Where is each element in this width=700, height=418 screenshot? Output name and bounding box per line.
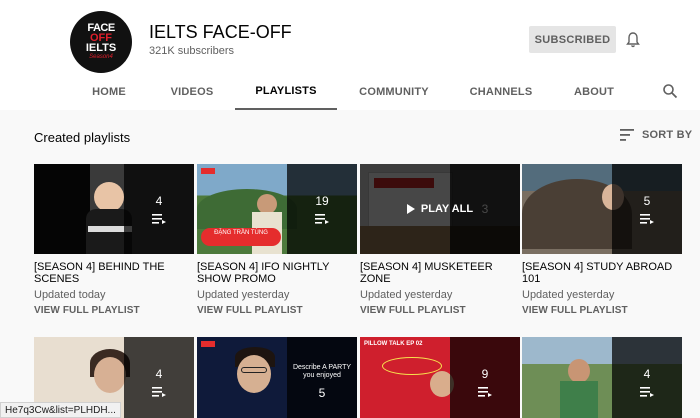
playlist-thumbnail[interactable]: ĐẶNG TRẦN TÙNG 19 — [197, 164, 357, 254]
playlist-card[interactable]: 5 [SEASON 4] STUDY ABROAD 101 Updated ye… — [522, 164, 682, 316]
playlist-thumbnail[interactable]: 5 — [522, 164, 682, 254]
tab-playlists[interactable]: PLAYLISTS — [235, 74, 337, 110]
channel-name: IELTS FACE-OFF — [149, 22, 292, 42]
playlist-count-overlay: 5 — [612, 164, 682, 254]
video-count: 4 — [643, 367, 651, 381]
play-icon — [406, 204, 415, 214]
playlist-updated: Updated yesterday — [522, 289, 615, 301]
sort-label: SORT BY — [642, 129, 693, 141]
playlist-thumbnail[interactable]: 3 PLAY ALL — [360, 164, 520, 254]
playlist-thumbnail[interactable]: 4 — [522, 337, 682, 418]
tab-videos[interactable]: VIDEOS — [162, 74, 222, 110]
tab-community[interactable]: COMMUNITY — [355, 74, 433, 110]
play-all-button[interactable]: PLAY ALL — [360, 164, 520, 254]
view-full-playlist-link[interactable]: VIEW FULL PLAYLIST — [360, 305, 520, 316]
playlist-count-overlay: 4 — [612, 337, 682, 418]
playlist-icon — [152, 387, 166, 397]
section-title: Created playlists — [34, 130, 131, 145]
playlist-title[interactable]: [SEASON 4] STUDY ABROAD 101 — [522, 261, 682, 285]
channel-avatar[interactable]: FACE OFF IELTS Season4 — [70, 11, 132, 73]
playlist-card[interactable]: Describe A PARTY you enjoyed 5 — [197, 337, 357, 418]
playlist-card[interactable]: 4 — [522, 337, 682, 418]
playlist-icon — [640, 387, 654, 397]
tab-channels[interactable]: CHANNELS — [466, 74, 536, 110]
playlist-icon — [478, 387, 492, 397]
view-full-playlist-link[interactable]: VIEW FULL PLAYLIST — [34, 305, 194, 316]
avatar-logo-ielts: IELTS — [85, 42, 117, 54]
subscribed-button[interactable]: SUBSCRIBED — [529, 26, 616, 53]
search-icon[interactable] — [662, 83, 678, 99]
video-count: 4 — [155, 194, 163, 208]
playlist-card[interactable]: 4 [SEASON 4] BEHIND THE SCENES Updated t… — [34, 164, 194, 316]
video-count: 5 — [643, 194, 651, 208]
playlist-icon — [152, 214, 166, 224]
playlist-title[interactable]: [SEASON 4] MUSKETEER ZONE — [360, 261, 520, 285]
video-count: 19 — [315, 194, 329, 208]
playlist-count-overlay: 9 — [450, 337, 520, 418]
sort-button[interactable]: SORT BY — [620, 129, 692, 141]
playlist-card[interactable]: PILLOW TALK EP 02 9 — [360, 337, 520, 418]
playlist-updated: Updated today — [34, 289, 106, 301]
thumbnail-overlay-text: Describe A PARTY you enjoyed — [292, 364, 352, 379]
view-full-playlist-link[interactable]: VIEW FULL PLAYLIST — [522, 305, 682, 316]
play-all-label: PLAY ALL — [420, 203, 474, 215]
playlist-count-overlay: 4 — [124, 164, 194, 254]
playlist-card[interactable]: 3 PLAY ALL [SEASON 4] MUSKETEER ZONE Upd… — [360, 164, 520, 316]
playlist-count-overlay: 19 — [287, 164, 357, 254]
thumbnail-label: PILLOW TALK EP 02 — [364, 341, 423, 347]
video-count: 5 — [318, 386, 326, 400]
playlist-count-overlay: Describe A PARTY you enjoyed 5 — [287, 337, 357, 418]
tab-home[interactable]: HOME — [80, 74, 138, 110]
channel-tabs: HOME VIDEOS PLAYLISTS COMMUNITY CHANNELS… — [0, 74, 700, 110]
playlist-icon — [315, 214, 329, 224]
playlist-updated: Updated yesterday — [360, 289, 453, 301]
bell-icon[interactable] — [626, 32, 640, 48]
view-full-playlist-link[interactable]: VIEW FULL PLAYLIST — [197, 305, 357, 316]
playlist-count-overlay: 4 — [124, 337, 194, 418]
video-count: 9 — [481, 367, 489, 381]
sort-icon — [620, 129, 634, 141]
video-count: 4 — [155, 367, 163, 381]
playlist-thumbnail[interactable]: 4 — [34, 164, 194, 254]
playlist-card[interactable]: ĐẶNG TRẦN TÙNG 19 [SEASON 4] IFO NIGHTLY… — [197, 164, 357, 316]
thumbnail-banner-text: ĐẶNG TRẦN TÙNG — [201, 228, 281, 246]
playlist-thumbnail[interactable]: Describe A PARTY you enjoyed 5 — [197, 337, 357, 418]
playlist-title[interactable]: [SEASON 4] BEHIND THE SCENES — [34, 261, 194, 285]
avatar-logo-season: Season4 — [89, 54, 113, 60]
playlist-icon — [640, 214, 654, 224]
tab-about[interactable]: ABOUT — [568, 74, 620, 110]
status-url-tooltip: He7q3Cw&list=PLHDH... — [0, 402, 121, 418]
playlist-title[interactable]: [SEASON 4] IFO NIGHTLY SHOW PROMO — [197, 261, 357, 285]
channel-header: FACE OFF IELTS Season4 IELTS FACE-OFF 32… — [0, 0, 700, 110]
playlist-thumbnail[interactable]: PILLOW TALK EP 02 9 — [360, 337, 520, 418]
playlist-updated: Updated yesterday — [197, 289, 290, 301]
subscriber-count: 321K subscribers — [149, 45, 234, 57]
